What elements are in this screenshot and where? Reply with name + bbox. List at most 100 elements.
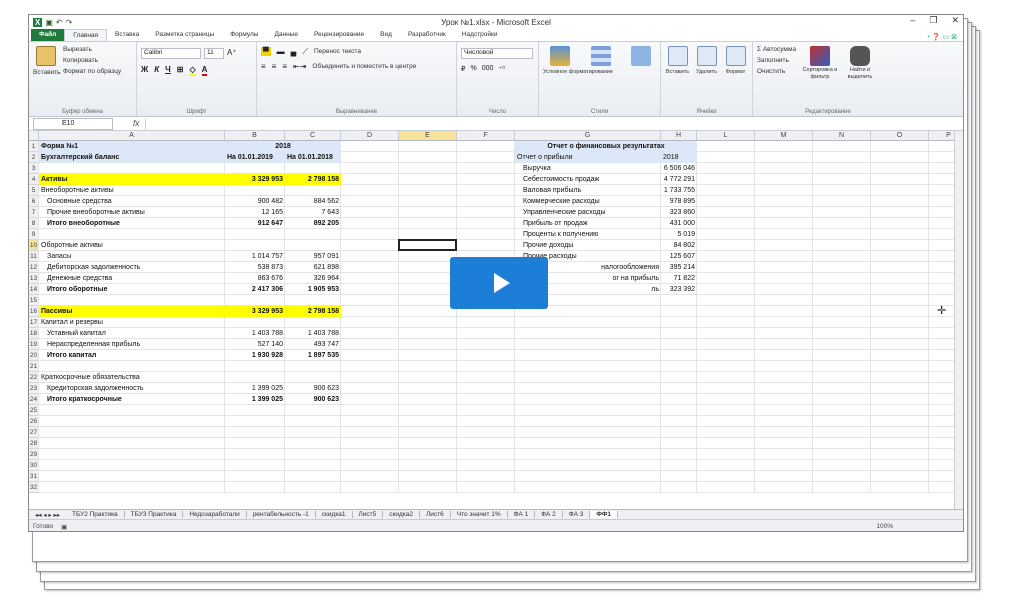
align-bottom-icon[interactable]: ▄ (291, 47, 297, 56)
column-header[interactable]: L (697, 131, 755, 141)
percent-icon[interactable]: % (470, 65, 476, 73)
balance-value-2019[interactable]: На 01.01.2019 (225, 152, 285, 163)
balance-value-2018[interactable]: 1 403 788 (285, 328, 341, 339)
grow-font-icon[interactable]: A⁺ (227, 48, 237, 59)
sheet-tab[interactable]: Лист5 (353, 511, 384, 518)
selected-cell[interactable] (398, 239, 457, 251)
merge-center-button[interactable]: Объединить и поместить в центре (312, 61, 416, 72)
column-header[interactable]: G (515, 131, 661, 141)
balance-value-2019[interactable]: 1 399 025 (225, 383, 285, 394)
font-color-icon[interactable]: A (201, 65, 208, 76)
balance-value-2018[interactable] (285, 361, 341, 372)
balance-label[interactable]: Активы (39, 174, 225, 185)
help-icon[interactable]: ◔ ❓ ▭ ⊠ (926, 33, 963, 41)
sheet-tab[interactable]: ФА 3 (563, 511, 591, 518)
balance-value-2018[interactable]: 884 562 (285, 196, 341, 207)
sheet-tab[interactable]: ФА 1 (508, 511, 536, 518)
tab-home[interactable]: Главная (64, 29, 108, 41)
balance-label[interactable]: Нераспределенная прибыль (39, 339, 225, 350)
bold-icon[interactable]: Ж (141, 65, 148, 76)
balance-value-2019[interactable]: 900 482 (225, 196, 285, 207)
balance-value-2019[interactable]: 2 417 306 (225, 284, 285, 295)
report-value[interactable]: 71 822 (661, 273, 697, 284)
tab-developer[interactable]: Разработчик (400, 29, 454, 41)
balance-label[interactable]: Основные средства (39, 196, 225, 207)
balance-value-2018[interactable] (285, 185, 341, 196)
cell-styles-button[interactable] (626, 44, 656, 67)
balance-label[interactable]: Пассивы (39, 306, 225, 317)
currency-icon[interactable]: ₽ (461, 65, 465, 73)
name-box[interactable]: E10 (33, 117, 113, 130)
tab-addins[interactable]: Надстройки (454, 29, 506, 41)
balance-value-2018[interactable]: 900 623 (285, 383, 341, 394)
balance-value-2018[interactable]: 1 897 535 (285, 350, 341, 361)
sheet-nav-icon[interactable]: ◂◂ ◂ ▸ ▸▸ (29, 511, 66, 519)
sheet-tab[interactable]: скидка2 (383, 511, 421, 518)
balance-value-2018[interactable]: 892 205 (285, 218, 341, 229)
balance-value-2019[interactable]: 912 647 (225, 218, 285, 229)
align-top-icon[interactable]: ▀ (261, 47, 271, 56)
balance-label[interactable] (39, 361, 225, 372)
balance-label[interactable]: Кредиторская задолженность (39, 383, 225, 394)
balance-value-2018[interactable] (285, 163, 341, 174)
balance-value-2019[interactable]: 538 873 (225, 262, 285, 273)
font-size-select[interactable]: 11 (204, 48, 224, 59)
zoom-level[interactable]: 100% (876, 523, 893, 530)
balance-value-2019[interactable]: 12 165 (225, 207, 285, 218)
format-painter-button[interactable]: Формат по образцу (63, 66, 121, 77)
conditional-format-button[interactable] (543, 44, 577, 67)
insert-cells-button[interactable]: Вставить (665, 44, 690, 78)
balance-value-2019[interactable]: 1 014 757 (225, 251, 285, 262)
balance-label[interactable]: Итого внеоборотные (39, 218, 225, 229)
balance-value-2018[interactable]: 2 798 158 (285, 306, 341, 317)
report-label[interactable]: Себестоимость продаж (515, 174, 661, 185)
align-right-icon[interactable]: ≡ (282, 62, 287, 71)
align-left-icon[interactable]: ≡ (261, 62, 266, 71)
balance-label[interactable]: Уставный капитал (39, 328, 225, 339)
report-label[interactable]: Отчет о прибыли (515, 152, 661, 163)
minimize-icon[interactable]: – (910, 15, 915, 26)
column-header[interactable]: A (39, 131, 225, 141)
column-header[interactable]: O (871, 131, 929, 141)
balance-label[interactable] (39, 229, 225, 240)
report-label[interactable]: Выручка (515, 163, 661, 174)
sheet-tab[interactable]: рентабельность -1 (247, 511, 316, 518)
report-value[interactable]: 323 392 (661, 284, 697, 295)
balance-value-2019[interactable]: 3 329 953 (225, 174, 285, 185)
balance-label[interactable]: Дебиторская задолженность (39, 262, 225, 273)
paste-button[interactable]: Вставить (33, 44, 61, 78)
balance-value-2018[interactable]: 1 905 953 (285, 284, 341, 295)
report-label[interactable]: Управленческие расходы (515, 207, 661, 218)
tab-data[interactable]: Данные (266, 29, 305, 41)
balance-label[interactable] (39, 163, 225, 174)
balance-value-2019[interactable] (225, 163, 285, 174)
sort-filter-button[interactable]: Сортировка и фильтр (802, 44, 838, 81)
fx-icon[interactable]: fx (133, 119, 139, 128)
balance-value-2018[interactable]: 957 091 (285, 251, 341, 262)
column-header[interactable]: M (755, 131, 813, 141)
balance-label[interactable]: Капитал и резервы (39, 317, 225, 328)
report-title[interactable]: Отчет о финансовых результатах (515, 141, 697, 152)
balance-value-2018[interactable] (285, 229, 341, 240)
balance-value-2019[interactable] (225, 361, 285, 372)
macro-record-icon[interactable]: ▣ (61, 523, 67, 531)
restore-icon[interactable]: ❐ (929, 15, 937, 26)
balance-value-2019[interactable] (225, 317, 285, 328)
balance-label[interactable]: Форма №1 (39, 141, 225, 152)
report-value[interactable]: 323 860 (661, 207, 697, 218)
balance-value-2018[interactable] (285, 240, 341, 251)
balance-value-2018[interactable]: 621 898 (285, 262, 341, 273)
report-label[interactable]: Прочие доходы (515, 240, 661, 251)
report-value[interactable]: 125 607 (661, 251, 697, 262)
sheet-tab[interactable]: ТБУ3 Практика (125, 511, 184, 518)
autosum-button[interactable]: Σ Автосумма (757, 44, 796, 55)
underline-icon[interactable]: Ч (165, 65, 171, 76)
balance-value-2019[interactable] (225, 295, 285, 306)
column-header[interactable]: C (285, 131, 341, 141)
align-middle-icon[interactable]: ▬ (277, 47, 285, 56)
balance-label[interactable]: Итого оборотные (39, 284, 225, 295)
select-all-corner[interactable] (29, 131, 39, 141)
indent-icon[interactable]: ⇤⇥ (293, 62, 306, 71)
sheet-tab[interactable]: скидка1 (316, 511, 353, 518)
fill-color-icon[interactable]: ◇ (189, 65, 196, 76)
